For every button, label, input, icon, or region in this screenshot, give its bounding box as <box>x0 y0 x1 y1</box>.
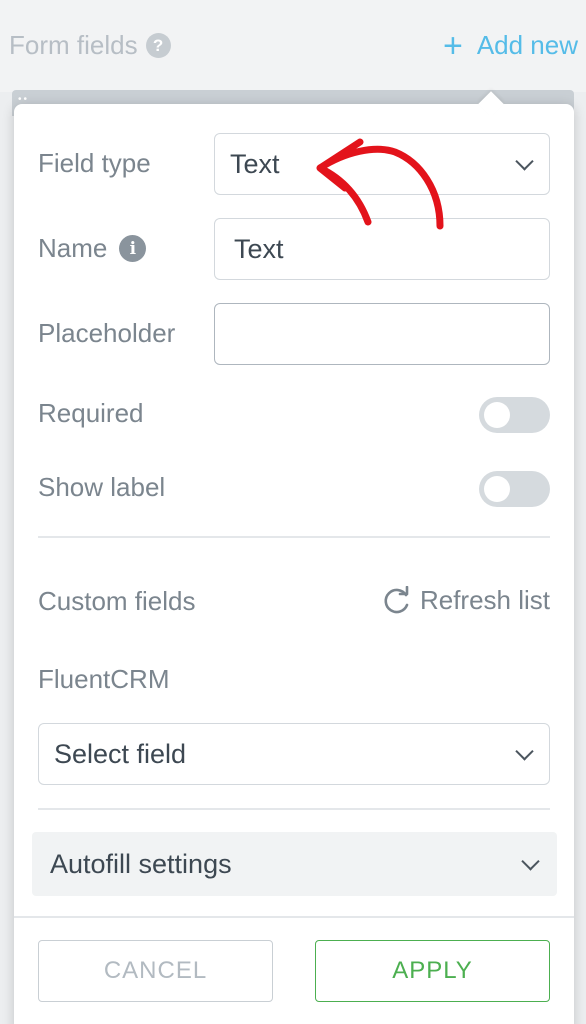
field-type-label: Field type <box>38 148 151 179</box>
field-type-value: Text <box>230 148 280 179</box>
fluentcrm-field-select[interactable]: Select field <box>38 723 550 785</box>
apply-button-label: APPLY <box>392 957 473 984</box>
fluentcrm-select-value: Select field <box>54 738 187 769</box>
info-icon[interactable]: i <box>119 235 147 262</box>
name-label: Name i <box>38 233 147 264</box>
autofill-settings-accordion[interactable]: Autofill settings <box>32 832 557 896</box>
apply-button[interactable]: APPLY <box>315 940 550 1002</box>
field-settings-popover: Field type Text Name i Text Placeholder … <box>14 104 574 1024</box>
divider <box>14 916 574 918</box>
name-label-text: Name <box>38 233 108 263</box>
field-type-label-text: Field type <box>38 148 151 178</box>
name-input-value: Text <box>234 233 284 264</box>
custom-fields-label: Custom fields <box>38 586 196 617</box>
fluentcrm-label: FluentCRM <box>38 664 169 695</box>
form-fields-title-text: Form fields <box>9 30 138 60</box>
page-header: Form fields ? + Add new <box>0 0 586 92</box>
fluentcrm-label-text: FluentCRM <box>38 664 170 694</box>
toggle-knob <box>484 476 510 502</box>
chevron-down-icon <box>521 852 540 871</box>
refresh-list-label: Refresh list <box>419 585 550 615</box>
show-label-label-text: Show label <box>38 472 166 502</box>
divider <box>38 808 550 810</box>
custom-fields-label-text: Custom fields <box>38 586 196 616</box>
divider <box>38 536 550 538</box>
refresh-icon <box>384 585 409 613</box>
form-fields-title: Form fields ? <box>9 30 171 61</box>
add-new-label: Add new <box>476 30 578 60</box>
required-label-text: Required <box>38 398 144 428</box>
help-icon[interactable]: ? <box>145 33 171 58</box>
placeholder-label: Placeholder <box>38 318 175 349</box>
autofill-settings-label: Autofill settings <box>50 848 232 879</box>
show-label-label: Show label <box>38 472 165 503</box>
required-label: Required <box>38 398 144 429</box>
chevron-down-icon <box>515 742 534 761</box>
placeholder-input[interactable] <box>214 303 550 365</box>
required-toggle[interactable] <box>479 397 550 433</box>
refresh-list-button[interactable]: Refresh list <box>382 585 550 616</box>
show-label-toggle[interactable] <box>479 471 550 507</box>
field-type-select[interactable]: Text <box>214 133 550 195</box>
add-new-button[interactable]: + Add new <box>442 26 578 65</box>
cancel-button-label: CANCEL <box>103 957 208 984</box>
toggle-knob <box>484 402 510 428</box>
plus-icon: + <box>442 26 463 65</box>
name-input[interactable]: Text <box>214 218 550 280</box>
chevron-down-icon <box>515 152 534 171</box>
cancel-button[interactable]: CANCEL <box>38 940 273 1002</box>
placeholder-label-text: Placeholder <box>38 318 176 348</box>
